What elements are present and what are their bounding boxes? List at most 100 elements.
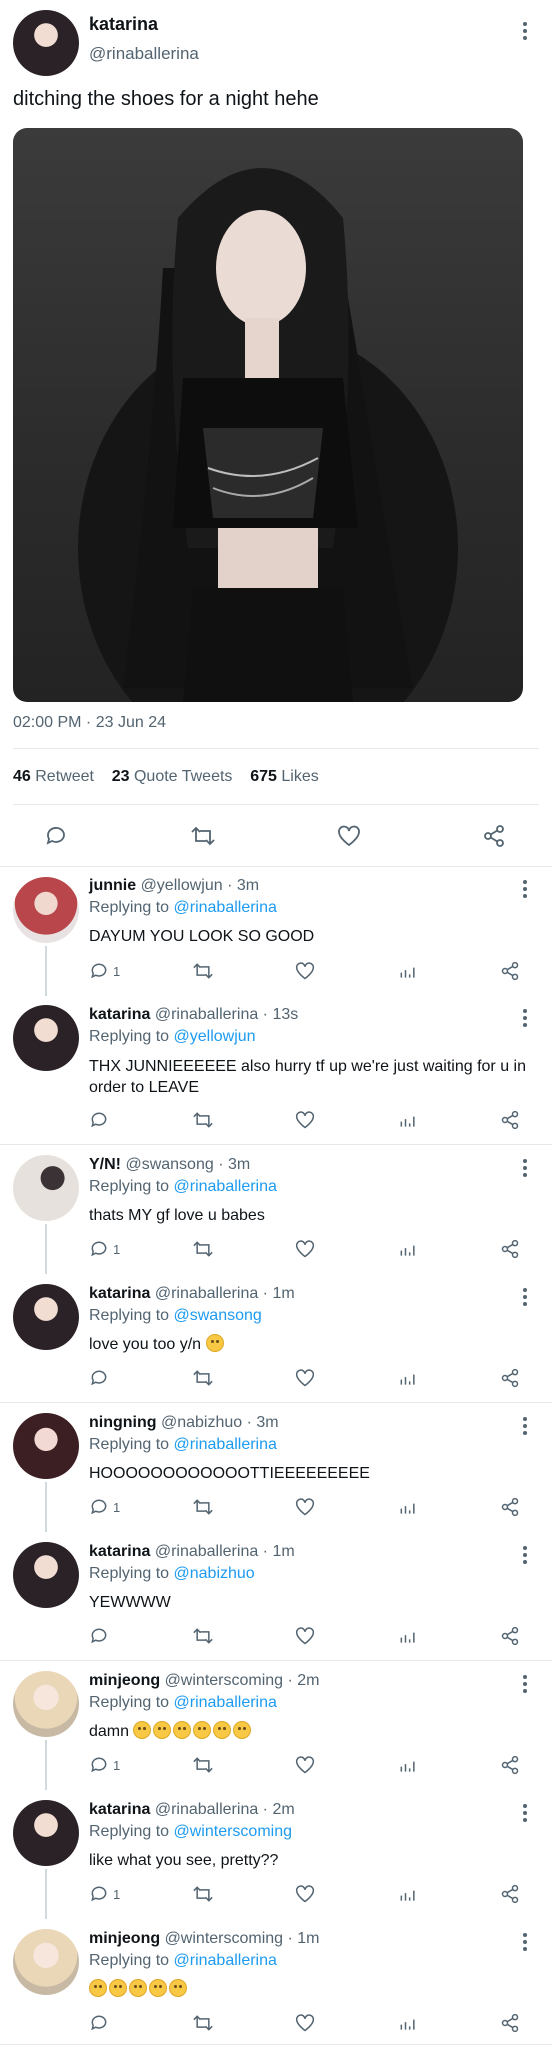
more-icon[interactable] xyxy=(522,880,528,901)
more-icon[interactable] xyxy=(522,1933,528,1954)
views-icon[interactable] xyxy=(398,1368,418,1388)
like-icon[interactable] xyxy=(294,1239,316,1259)
like-icon[interactable] xyxy=(294,1626,316,1646)
retweet-icon[interactable] xyxy=(192,1755,214,1775)
replying-to[interactable]: @rinaballerina xyxy=(174,899,277,916)
views-icon[interactable] xyxy=(398,961,418,981)
reply-handle[interactable]: @winterscoming · 1m xyxy=(165,1930,320,1947)
share-icon[interactable] xyxy=(500,2013,520,2033)
more-icon[interactable] xyxy=(522,1159,528,1180)
reply-name[interactable]: katarina xyxy=(89,1801,150,1818)
like-icon[interactable] xyxy=(294,1368,316,1388)
like-icon[interactable] xyxy=(294,2013,316,2033)
like-icon[interactable] xyxy=(336,824,362,848)
reply-name[interactable]: katarina xyxy=(89,1006,150,1023)
like-icon[interactable] xyxy=(294,1755,316,1775)
retweet-icon[interactable] xyxy=(192,1626,214,1646)
views-icon[interactable] xyxy=(398,1755,418,1775)
share-icon[interactable] xyxy=(500,1884,520,1904)
views-icon[interactable] xyxy=(398,1884,418,1904)
author-avatar[interactable] xyxy=(13,10,79,76)
more-icon[interactable] xyxy=(522,1546,528,1567)
retweet-label[interactable]: Retweet xyxy=(35,768,94,785)
replying-to[interactable]: @rinaballerina xyxy=(174,1178,277,1195)
quote-count[interactable]: 23 xyxy=(112,768,130,785)
avatar[interactable] xyxy=(13,1413,79,1479)
replying-to[interactable]: @yellowjun xyxy=(174,1028,256,1045)
reply-name[interactable]: katarina xyxy=(89,1285,150,1302)
reply-name[interactable]: minjeong xyxy=(89,1672,160,1689)
retweet-icon[interactable] xyxy=(192,961,214,981)
avatar[interactable] xyxy=(13,877,79,943)
author-name[interactable]: katarina xyxy=(89,14,158,35)
avatar[interactable] xyxy=(13,1155,79,1221)
more-icon[interactable] xyxy=(522,1009,528,1030)
like-label[interactable]: Likes xyxy=(281,768,318,785)
like-icon[interactable] xyxy=(294,1497,316,1517)
reply-name[interactable]: minjeong xyxy=(89,1930,160,1947)
like-icon[interactable] xyxy=(294,961,316,981)
retweet-icon[interactable] xyxy=(192,1239,214,1259)
reply-handle[interactable]: @yellowjun · 3m xyxy=(141,877,260,894)
replying-to[interactable]: @rinaballerina xyxy=(174,1952,277,1969)
replying-to[interactable]: @nabizhuo xyxy=(174,1565,255,1582)
retweet-icon[interactable] xyxy=(190,824,216,848)
views-icon[interactable] xyxy=(398,1497,418,1517)
share-icon[interactable] xyxy=(500,1239,520,1259)
reply-icon[interactable] xyxy=(89,1110,109,1130)
more-icon[interactable] xyxy=(522,1675,528,1696)
reply-icon[interactable] xyxy=(89,1497,109,1517)
like-icon[interactable] xyxy=(294,1110,316,1130)
reply-handle[interactable]: @nabizhuo · 3m xyxy=(161,1414,279,1431)
avatar[interactable] xyxy=(13,1542,79,1608)
reply-handle[interactable]: @winterscoming · 2m xyxy=(165,1672,320,1689)
avatar[interactable] xyxy=(13,1005,79,1071)
retweet-icon[interactable] xyxy=(192,1368,214,1388)
reply-name[interactable]: ningning xyxy=(89,1414,157,1431)
tweet-photo[interactable] xyxy=(13,128,523,702)
avatar[interactable] xyxy=(13,1800,79,1866)
like-icon[interactable] xyxy=(294,1884,316,1904)
reply-icon[interactable] xyxy=(44,824,68,848)
avatar[interactable] xyxy=(13,1671,79,1737)
reply-icon[interactable] xyxy=(89,1368,109,1388)
reply-handle[interactable]: @rinaballerina · 13s xyxy=(155,1006,298,1023)
replying-to[interactable]: @winterscoming xyxy=(174,1823,293,1840)
reply-icon[interactable] xyxy=(89,1239,109,1259)
reply-icon[interactable] xyxy=(89,1884,109,1904)
reply-handle[interactable]: @rinaballerina · 1m xyxy=(155,1285,295,1302)
replying-to[interactable]: @swansong xyxy=(174,1307,262,1324)
reply-name[interactable]: junnie xyxy=(89,877,136,894)
replying-to[interactable]: @rinaballerina xyxy=(174,1694,277,1711)
share-icon[interactable] xyxy=(500,1497,520,1517)
views-icon[interactable] xyxy=(398,1626,418,1646)
more-icon[interactable] xyxy=(522,22,528,43)
like-count[interactable]: 675 xyxy=(250,768,277,785)
replying-to[interactable]: @rinaballerina xyxy=(174,1436,277,1453)
reply-icon[interactable] xyxy=(89,2013,109,2033)
share-icon[interactable] xyxy=(500,1110,520,1130)
share-icon[interactable] xyxy=(482,824,506,848)
reply-handle[interactable]: @rinaballerina · 2m xyxy=(155,1801,295,1818)
more-icon[interactable] xyxy=(522,1417,528,1438)
reply-icon[interactable] xyxy=(89,1626,109,1646)
share-icon[interactable] xyxy=(500,1755,520,1775)
avatar[interactable] xyxy=(13,1929,79,1995)
views-icon[interactable] xyxy=(398,1110,418,1130)
retweet-count[interactable]: 46 xyxy=(13,768,31,785)
retweet-icon[interactable] xyxy=(192,1884,214,1904)
reply-icon[interactable] xyxy=(89,961,109,981)
reply-icon[interactable] xyxy=(89,1755,109,1775)
views-icon[interactable] xyxy=(398,2013,418,2033)
views-icon[interactable] xyxy=(398,1239,418,1259)
more-icon[interactable] xyxy=(522,1288,528,1309)
reply-name[interactable]: Y/N! xyxy=(89,1156,121,1173)
reply-handle[interactable]: @rinaballerina · 1m xyxy=(155,1543,295,1560)
retweet-icon[interactable] xyxy=(192,2013,214,2033)
share-icon[interactable] xyxy=(500,961,520,981)
retweet-icon[interactable] xyxy=(192,1110,214,1130)
retweet-icon[interactable] xyxy=(192,1497,214,1517)
more-icon[interactable] xyxy=(522,1804,528,1825)
reply-handle[interactable]: @swansong · 3m xyxy=(125,1156,250,1173)
share-icon[interactable] xyxy=(500,1368,520,1388)
